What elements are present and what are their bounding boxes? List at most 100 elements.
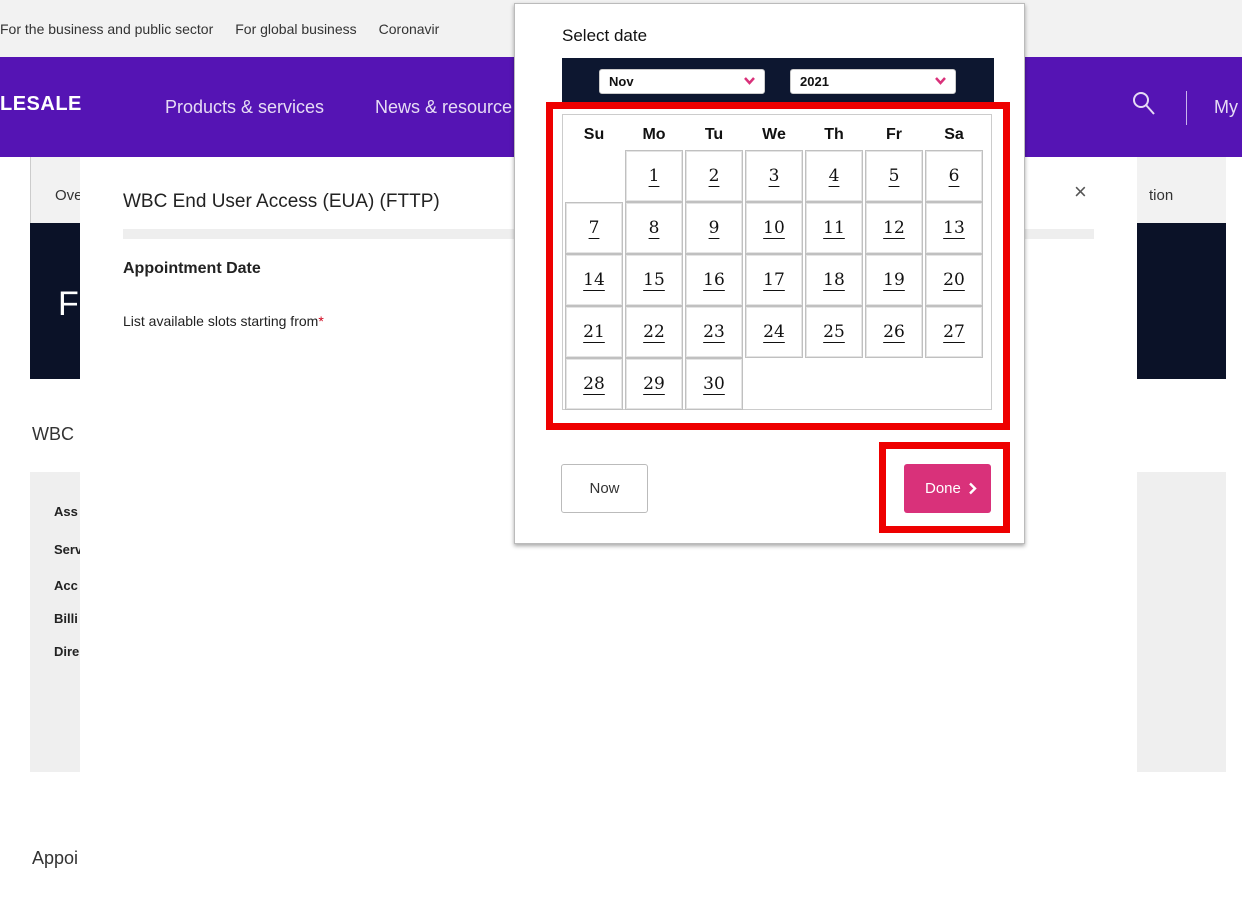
site-logo[interactable]: LESALE <box>0 93 82 116</box>
day-number: 27 <box>943 322 965 342</box>
day-cell[interactable]: 20 <box>925 254 983 306</box>
background-panel-item: Ass <box>54 504 78 519</box>
day-number: 8 <box>648 218 660 238</box>
day-cell[interactable]: 13 <box>925 202 983 254</box>
day-number: 7 <box>588 218 600 238</box>
day-number: 1 <box>648 166 660 186</box>
day-cell[interactable]: 14 <box>565 254 623 306</box>
day-cell[interactable]: 12 <box>865 202 923 254</box>
day-number: 16 <box>703 270 725 290</box>
weekday-label: Th <box>824 126 844 143</box>
day-cell[interactable]: 17 <box>745 254 803 306</box>
weekday-label: Tu <box>704 126 724 143</box>
day-number: 3 <box>768 166 780 186</box>
day-number: 29 <box>643 374 665 394</box>
day-cell[interactable]: 1 <box>625 150 683 202</box>
chevron-down-icon <box>744 77 755 85</box>
chevron-down-icon <box>935 77 946 85</box>
day-number: 14 <box>583 270 605 290</box>
appointment-date-heading: Appointment Date <box>123 260 261 277</box>
day-number: 4 <box>828 166 840 186</box>
day-number: 18 <box>823 270 845 290</box>
day-number: 24 <box>763 322 785 342</box>
day-cell[interactable]: 30 <box>685 358 743 410</box>
day-cell[interactable]: 18 <box>805 254 863 306</box>
day-number: 5 <box>888 166 900 186</box>
day-number: 13 <box>943 218 965 238</box>
day-cell[interactable]: 5 <box>865 150 923 202</box>
date-picker-title: Select date <box>562 26 648 45</box>
background-panel-item: Dire <box>54 644 80 659</box>
day-cell[interactable]: 24 <box>745 306 803 358</box>
modal-title: WBC End User Access (EUA) (FTTP) <box>123 191 440 212</box>
required-marker: * <box>318 313 324 329</box>
day-number: 10 <box>763 218 785 238</box>
month-year-bar: Nov 2021 <box>562 58 994 104</box>
close-icon[interactable]: × <box>1074 179 1087 205</box>
day-number: 6 <box>948 166 960 186</box>
nav-my-account[interactable]: My <box>1214 97 1238 118</box>
weekday-label: We <box>762 126 786 143</box>
day-number: 23 <box>703 322 725 342</box>
day-number: 9 <box>708 218 720 238</box>
background-bottom-heading: Appoi <box>32 848 79 868</box>
day-cell[interactable]: 9 <box>685 202 743 254</box>
chevron-right-icon <box>969 482 977 495</box>
day-number: 20 <box>943 270 965 290</box>
day-number: 11 <box>823 218 845 238</box>
weekday-label: Sa <box>944 126 964 143</box>
nav-news-resources[interactable]: News & resource <box>375 97 512 118</box>
day-number: 26 <box>883 322 905 342</box>
day-cell[interactable]: 4 <box>805 150 863 202</box>
now-button[interactable]: Now <box>561 464 648 513</box>
slots-start-label: List available slots starting from* <box>123 313 324 329</box>
nav-products-services[interactable]: Products & services <box>165 97 324 118</box>
day-cell[interactable]: 8 <box>625 202 683 254</box>
day-cell[interactable]: 19 <box>865 254 923 306</box>
day-cell[interactable]: 16 <box>685 254 743 306</box>
day-cell[interactable]: 6 <box>925 150 983 202</box>
day-cell[interactable]: 10 <box>745 202 803 254</box>
subnav-overview[interactable]: Ove <box>55 187 83 204</box>
day-cell[interactable]: 23 <box>685 306 743 358</box>
day-cell[interactable]: 15 <box>625 254 683 306</box>
day-cell[interactable]: 26 <box>865 306 923 358</box>
topbar-link-global[interactable]: For global business <box>235 21 356 37</box>
day-cell[interactable]: 3 <box>745 150 803 202</box>
date-picker-popup: Select date Nov 2021 Su Mo Tu We Th Fr Sa 1234… <box>514 3 1025 544</box>
day-cell[interactable]: 22 <box>625 306 683 358</box>
day-number: 19 <box>883 270 905 290</box>
weekday-label: Mo <box>642 126 666 143</box>
day-number: 12 <box>883 218 905 238</box>
day-number: 17 <box>763 270 785 290</box>
nav-separator <box>1186 91 1187 125</box>
day-number: 28 <box>583 374 605 394</box>
day-cell[interactable]: 27 <box>925 306 983 358</box>
weekday-label: Su <box>583 126 605 143</box>
day-cell[interactable]: 28 <box>565 358 623 410</box>
weekday-label: Fr <box>886 126 902 143</box>
year-select-value: 2021 <box>800 74 829 89</box>
search-icon[interactable] <box>1132 90 1156 118</box>
day-number: 15 <box>643 270 665 290</box>
topbar-link-coronavirus[interactable]: Coronavir <box>379 21 440 37</box>
done-button[interactable]: Done <box>904 464 991 513</box>
day-cell[interactable]: 29 <box>625 358 683 410</box>
background-panel-item: Acc <box>54 578 78 593</box>
year-select[interactable]: 2021 <box>790 69 956 94</box>
day-cell[interactable]: 7 <box>565 202 623 254</box>
day-number: 25 <box>823 322 845 342</box>
done-button-label: Done <box>925 480 961 497</box>
topbar-link-business[interactable]: For the business and public sector <box>0 21 213 37</box>
subnav-right-item[interactable]: tion <box>1149 187 1173 204</box>
day-cell[interactable]: 2 <box>685 150 743 202</box>
day-number: 2 <box>708 166 720 186</box>
day-number: 22 <box>643 322 665 342</box>
day-cell[interactable]: 21 <box>565 306 623 358</box>
background-panel-item: Serv <box>54 542 83 557</box>
day-cell[interactable]: 11 <box>805 202 863 254</box>
background-heading: WBC <box>32 424 74 444</box>
hero-title: F <box>58 285 79 323</box>
day-cell[interactable]: 25 <box>805 306 863 358</box>
month-select[interactable]: Nov <box>599 69 765 94</box>
